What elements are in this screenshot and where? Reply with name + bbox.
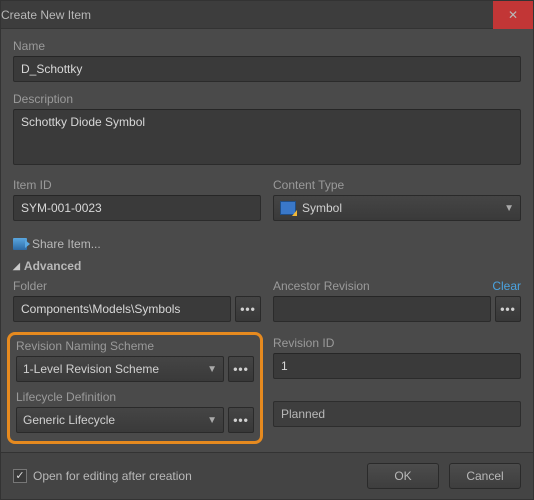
description-input[interactable]: Schottky Diode Symbol	[13, 109, 521, 165]
ok-button[interactable]: OK	[367, 463, 439, 489]
share-item-link[interactable]: Share Item...	[13, 237, 101, 251]
revision-id-input[interactable]	[273, 353, 521, 379]
symbol-icon	[280, 201, 296, 215]
revision-scheme-value: 1-Level Revision Scheme	[23, 362, 201, 376]
content-type-dropdown[interactable]: Symbol ▼	[273, 195, 521, 221]
lifecycle-label: Lifecycle Definition	[16, 390, 254, 404]
share-icon	[13, 238, 27, 250]
advanced-label: Advanced	[24, 259, 81, 273]
close-button[interactable]: ✕	[493, 1, 533, 29]
item-id-label: Item ID	[13, 178, 261, 192]
titlebar: Create New Item ✕	[1, 1, 533, 29]
name-input[interactable]	[13, 56, 521, 82]
lifecycle-status-value: Planned	[281, 407, 325, 421]
folder-label: Folder	[13, 279, 261, 293]
dialog-footer: ✓ Open for editing after creation OK Can…	[1, 452, 533, 499]
content-type-value: Symbol	[302, 201, 498, 215]
revision-id-label: Revision ID	[273, 336, 521, 350]
revision-scheme-label: Revision Naming Scheme	[16, 339, 254, 353]
lifecycle-dropdown[interactable]: Generic Lifecycle ▼	[16, 407, 224, 433]
revision-scheme-options-button[interactable]: •••	[228, 356, 254, 382]
dialog-title: Create New Item	[1, 8, 91, 22]
description-label: Description	[13, 92, 521, 106]
checkbox-box: ✓	[13, 469, 27, 483]
ancestor-revision-label: Ancestor Revision	[273, 279, 370, 293]
close-icon: ✕	[508, 8, 518, 22]
chevron-down-icon: ▼	[207, 364, 217, 375]
clear-link[interactable]: Clear	[492, 279, 521, 293]
highlighted-section: Revision Naming Scheme 1-Level Revision …	[7, 332, 263, 444]
chevron-down-icon: ▼	[504, 203, 514, 214]
ancestor-browse-button[interactable]: •••	[495, 296, 521, 322]
lifecycle-options-button[interactable]: •••	[228, 407, 254, 433]
chevron-down-icon: ▼	[207, 415, 217, 426]
open-for-editing-label: Open for editing after creation	[33, 469, 192, 483]
lifecycle-value: Generic Lifecycle	[23, 413, 201, 427]
ancestor-revision-input[interactable]	[273, 296, 491, 322]
create-new-item-dialog: Create New Item ✕ Name Description Schot…	[0, 0, 534, 500]
lifecycle-status: Planned	[273, 401, 521, 427]
name-label: Name	[13, 39, 521, 53]
advanced-toggle[interactable]: ◢ Advanced	[13, 259, 521, 273]
folder-input[interactable]	[13, 296, 231, 322]
dialog-content: Name Description Schottky Diode Symbol I…	[1, 29, 533, 452]
content-type-label: Content Type	[273, 178, 521, 192]
revision-scheme-dropdown[interactable]: 1-Level Revision Scheme ▼	[16, 356, 224, 382]
open-for-editing-checkbox[interactable]: ✓ Open for editing after creation	[13, 469, 192, 483]
folder-browse-button[interactable]: •••	[235, 296, 261, 322]
expand-icon: ◢	[13, 261, 20, 272]
cancel-button[interactable]: Cancel	[449, 463, 521, 489]
item-id-input[interactable]	[13, 195, 261, 221]
share-item-label: Share Item...	[32, 237, 101, 251]
